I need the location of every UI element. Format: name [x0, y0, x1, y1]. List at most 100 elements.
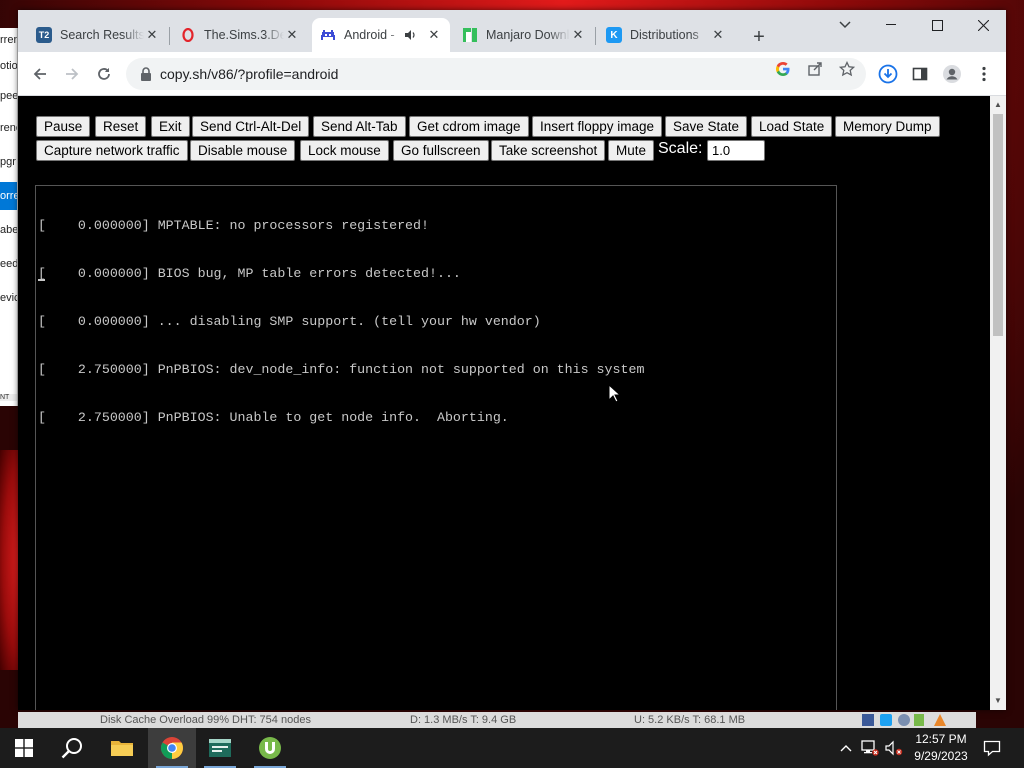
chevron-up-icon[interactable] [836, 738, 856, 758]
background-app-window[interactable]: rren otio pee renc pgr orre abe eed evic… [0, 28, 18, 406]
insert-floppy-image-button[interactable]: Insert floppy image [532, 116, 663, 137]
minimize-button[interactable] [868, 10, 914, 40]
tab-distributions[interactable]: K Distributions ✕ [598, 18, 734, 52]
page-scrollbar[interactable]: ▲ ▼ [990, 96, 1006, 710]
new-tab-button[interactable]: + [748, 26, 770, 48]
text-cursor [38, 279, 45, 281]
close-icon[interactable]: ✕ [710, 27, 726, 43]
torrent-t2-icon: T2 [36, 27, 52, 43]
app-window-taskbar-icon[interactable] [196, 728, 244, 768]
send-ctrl-alt-del-button[interactable]: Send Ctrl-Alt-Del [192, 116, 310, 137]
mouse-pointer-icon [608, 384, 622, 403]
kde-icon: K [606, 27, 622, 43]
network-icon[interactable] [860, 738, 880, 758]
send-alt-tab-button[interactable]: Send Alt-Tab [313, 116, 406, 137]
search-icon[interactable] [48, 728, 96, 768]
terminal-line: [ 0.000000] BIOS bug, MP table errors de… [38, 266, 461, 281]
lock-mouse-button[interactable]: Lock mouse [300, 140, 389, 161]
forward-button[interactable] [60, 62, 84, 86]
tab-search-results[interactable]: T2 Search Results ✕ [28, 18, 168, 52]
memory-dump-button[interactable]: Memory Dump [835, 116, 940, 137]
url-text[interactable]: copy.sh/v86/?profile=android [160, 66, 338, 82]
tab-search-chevron-icon[interactable] [836, 16, 854, 34]
tab-divider [595, 27, 596, 45]
capture-network-traffic-button[interactable]: Capture network traffic [36, 140, 188, 161]
take-screenshot-button[interactable]: Take screenshot [491, 140, 606, 161]
bg-app-tag: NT [0, 394, 17, 401]
google-lens-icon[interactable] [774, 60, 792, 78]
scale-label: Scale: [658, 140, 703, 157]
chrome-taskbar-icon[interactable] [148, 728, 196, 768]
reload-button[interactable] [92, 62, 116, 86]
address-bar[interactable]: copy.sh/v86/?profile=android [126, 58, 866, 90]
tab-title: Android - [344, 28, 395, 42]
bg-app-row[interactable]: renc [0, 122, 17, 134]
maximize-button[interactable] [914, 10, 960, 40]
menu-kebab-icon[interactable] [973, 63, 995, 85]
scroll-up-arrow-icon[interactable]: ▲ [993, 100, 1003, 110]
start-button[interactable] [0, 728, 48, 768]
manjaro-icon [462, 27, 478, 43]
back-button[interactable] [28, 62, 52, 86]
load-state-button[interactable]: Load State [751, 116, 833, 137]
side-panel-icon[interactable] [909, 63, 931, 85]
utorrent-taskbar-icon[interactable] [246, 728, 294, 768]
bg-app-row[interactable]: otio [0, 60, 17, 72]
bg-app-row-selected[interactable]: orre [0, 182, 17, 210]
tab-manjaro[interactable]: Manjaro Downloads ✕ [454, 18, 594, 52]
background-app-statusbar: Disk Cache Overload 99% DHT: 754 nodes D… [18, 712, 976, 728]
tab-android[interactable]: Android - ✕ [312, 18, 450, 52]
emulator-screen[interactable]: [ 0.000000] MPTABLE: no processors regis… [35, 185, 837, 710]
bg-app-row[interactable]: evic [0, 292, 17, 304]
tab-title: Manjaro Downloads [486, 28, 570, 42]
profile-avatar-icon[interactable] [941, 63, 963, 85]
scroll-down-arrow-icon[interactable]: ▼ [993, 696, 1003, 706]
close-icon[interactable]: ✕ [144, 27, 160, 43]
download-icon[interactable] [877, 63, 899, 85]
bg-app-row[interactable]: eed [0, 258, 17, 270]
scale-input[interactable]: 1.0 [707, 140, 765, 161]
reset-button[interactable]: Reset [95, 116, 147, 137]
v86-invader-icon [320, 27, 336, 43]
tab-strip: T2 Search Results ✕ The.Sims.3.De ✕ Andr… [18, 10, 1006, 52]
bg-app-row[interactable]: rren [0, 34, 17, 46]
exit-button[interactable]: Exit [151, 116, 190, 137]
lock-icon[interactable] [140, 67, 152, 81]
go-fullscreen-button[interactable]: Go fullscreen [393, 140, 489, 161]
notification-icon[interactable] [982, 738, 1002, 758]
scrollbar-thumb[interactable] [993, 114, 1003, 336]
bg-app-row[interactable]: pee [0, 90, 17, 102]
page-viewport: Pause Reset Exit Send Ctrl-Alt-Del Send … [18, 96, 990, 710]
save-state-button[interactable]: Save State [665, 116, 748, 137]
clock-time: 12:57 PM [915, 732, 967, 746]
terminal-line: [ 0.000000] ... disabling SMP support. (… [38, 314, 541, 329]
bookmark-star-icon[interactable] [838, 60, 856, 78]
bg-app-row[interactable]: abe [0, 224, 17, 236]
status-download: D: 1.3 MB/s T: 9.4 GB [410, 714, 517, 726]
close-icon[interactable]: ✕ [426, 27, 442, 43]
mute-button[interactable]: Mute [608, 140, 655, 161]
status-disk: Disk Cache Overload 99% DHT: 754 nodes [100, 714, 311, 726]
status-upload: U: 5.2 KB/s T: 68.1 MB [634, 714, 746, 726]
share-icon[interactable] [806, 60, 824, 78]
terminal-line: [ 0.000000] MPTABLE: no processors regis… [38, 218, 429, 233]
close-icon[interactable]: ✕ [570, 27, 586, 43]
browser-window: T2 Search Results ✕ The.Sims.3.De ✕ Andr… [18, 10, 1006, 710]
taskbar-clock[interactable]: 12:57 PM 9/29/2023 [908, 731, 974, 765]
tab-divider [169, 27, 170, 45]
terminal-line: [ 2.750000] PnPBIOS: Unable to get node … [38, 410, 509, 425]
bg-app-row[interactable]: pgr [0, 156, 17, 168]
volume-muted-icon[interactable] [884, 738, 904, 758]
disable-mouse-button[interactable]: Disable mouse [190, 140, 296, 161]
terminal-line: [ 2.750000] PnPBIOS: dev_node_info: func… [38, 362, 645, 377]
speaker-icon[interactable] [402, 27, 418, 43]
close-window-button[interactable] [960, 10, 1006, 40]
pause-button[interactable]: Pause [36, 116, 91, 137]
get-cdrom-image-button[interactable]: Get cdrom image [409, 116, 529, 137]
tab-sims[interactable]: The.Sims.3.De ✕ [172, 18, 308, 52]
browser-toolbar: copy.sh/v86/?profile=android [18, 52, 1006, 96]
close-icon[interactable]: ✕ [284, 27, 300, 43]
terminal-output: [ 0.000000] MPTABLE: no processors regis… [38, 186, 644, 458]
tab-title: Distributions [630, 28, 699, 42]
file-explorer-icon[interactable] [98, 728, 146, 768]
